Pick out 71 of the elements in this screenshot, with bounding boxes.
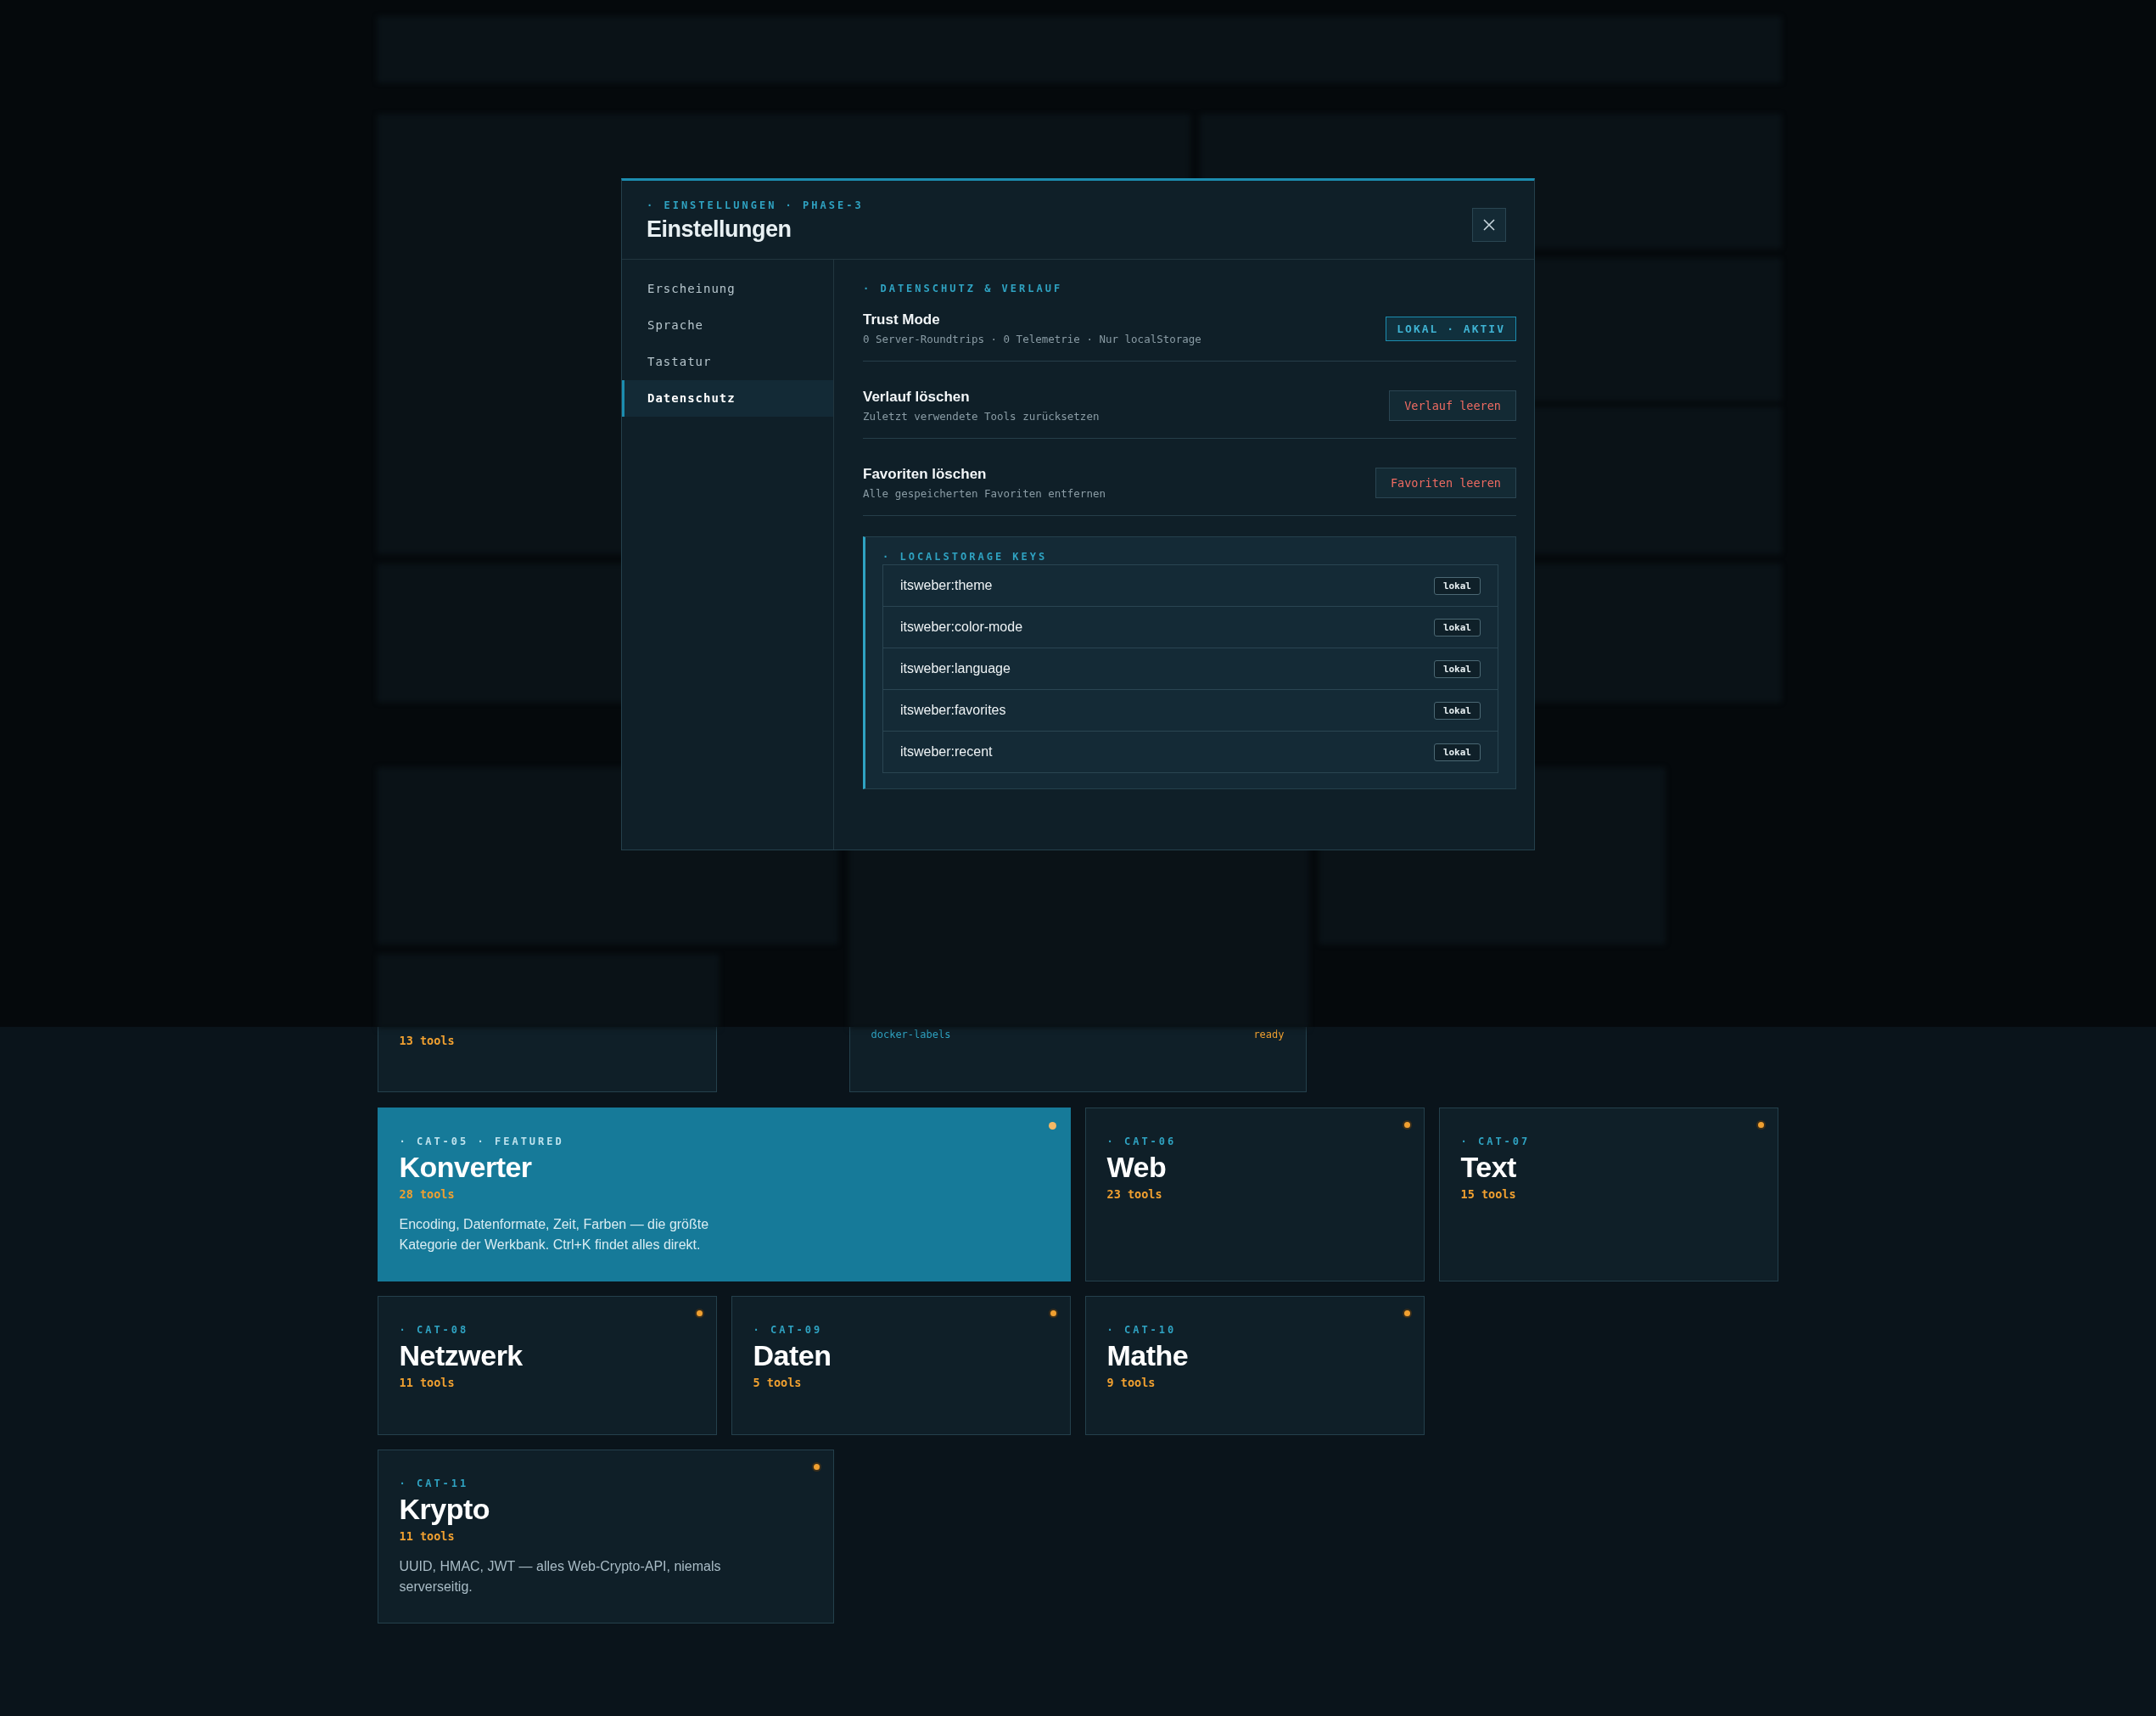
sidebar-item[interactable]: Datenschutz bbox=[622, 380, 833, 417]
scope-tag: lokal bbox=[1433, 576, 1481, 595]
category-description: UUID, HMAC, JWT — alles Web-Crypto-API, niemals serverseitig. bbox=[399, 1558, 722, 1595]
tool-count: 13 tools bbox=[399, 1034, 455, 1047]
category-label: · CAT-05 · FEATURED bbox=[399, 1136, 565, 1147]
tool-count: 11 tools bbox=[399, 1376, 456, 1389]
storage-key: itsweber:language bbox=[900, 661, 1011, 676]
section-label: · DATENSCHUTZ & VERLAUF bbox=[863, 283, 1064, 294]
status-dot bbox=[813, 1464, 820, 1470]
status-dot bbox=[1048, 1122, 1056, 1130]
tool-status: ready bbox=[1253, 1029, 1285, 1040]
status-dot bbox=[1403, 1310, 1410, 1316]
status-badge: LOKAL · AKTIV bbox=[1386, 316, 1516, 341]
setting-description: Zuletzt verwendete Tools zurücksetzen bbox=[863, 410, 1100, 423]
sidebar-item[interactable]: Tastatur bbox=[622, 344, 833, 380]
tool-count: 5 tools bbox=[753, 1376, 803, 1389]
tool-count: 23 tools bbox=[1106, 1187, 1163, 1201]
close-icon bbox=[1483, 219, 1495, 231]
category-card[interactable]: · CAT-09 Daten 5 tools bbox=[731, 1296, 1071, 1435]
category-label: · CAT-07 bbox=[1460, 1136, 1532, 1147]
setting-title: Verlauf löschen bbox=[863, 389, 971, 406]
storage-key: itsweber:color-mode bbox=[900, 620, 1023, 635]
category-card[interactable]: 13 tools bbox=[377, 1027, 717, 1092]
setting-description: Alle gespeicherten Favoriten entfernen bbox=[863, 487, 1106, 500]
category-card[interactable]: · CAT-11 Krypto 11 tools UUID, HMAC, JWT — alles Web-Crypto-API, niemals serverseitig. bbox=[377, 1450, 834, 1623]
setting-title: Favoriten löschen bbox=[863, 466, 988, 483]
status-dot bbox=[1757, 1122, 1764, 1128]
storage-key: itsweber:theme bbox=[900, 578, 993, 593]
dialog-title: Einstellungen bbox=[647, 216, 792, 243]
category-card[interactable]: · CAT-10 Mathe 9 tools bbox=[1084, 1296, 1425, 1435]
tool-count: 15 tools bbox=[1460, 1187, 1517, 1201]
category-title: Mathe bbox=[1106, 1339, 1190, 1372]
tool-count: 28 tools bbox=[399, 1187, 456, 1201]
category-label: · CAT-09 bbox=[753, 1324, 824, 1336]
category-label: · CAT-08 bbox=[399, 1324, 470, 1336]
status-dot bbox=[1050, 1310, 1056, 1316]
category-label: · CAT-11 bbox=[399, 1478, 470, 1489]
category-title: Krypto bbox=[399, 1493, 491, 1526]
category-card[interactable]: · CAT-08 Netzwerk 11 tools bbox=[377, 1296, 717, 1435]
category-title: Web bbox=[1106, 1151, 1168, 1184]
storage-label: · LOCALSTORAGE KEYS bbox=[882, 551, 1049, 563]
dialog-kicker: · EINSTELLUNGEN · PHASE-3 bbox=[647, 199, 864, 211]
category-label: · CAT-10 bbox=[1106, 1324, 1178, 1336]
clear-button[interactable]: Verlauf leeren bbox=[1389, 390, 1516, 421]
sidebar-item[interactable]: Erscheinung bbox=[622, 271, 833, 307]
tool-count: 9 tools bbox=[1106, 1376, 1156, 1389]
category-label: · CAT-06 bbox=[1106, 1136, 1178, 1147]
storage-key: itsweber:favorites bbox=[900, 703, 1006, 718]
category-title: Konverter bbox=[399, 1151, 533, 1184]
category-description: Encoding, Datenformate, Zeit, Farben — die größte Kategorie der Werkbank. Ctrl+K findet alles direkt. bbox=[399, 1216, 710, 1253]
tool-name: docker-labels bbox=[871, 1029, 951, 1040]
category-title: Netzwerk bbox=[399, 1339, 524, 1372]
sidebar-item[interactable]: Sprache bbox=[622, 307, 833, 344]
scope-tag: lokal bbox=[1433, 701, 1481, 720]
category-card[interactable]: docker-labels ready bbox=[848, 1027, 1307, 1092]
scope-tag: lokal bbox=[1433, 743, 1481, 761]
category-card[interactable]: · CAT-07 Text 15 tools bbox=[1438, 1108, 1778, 1281]
status-dot bbox=[1403, 1122, 1410, 1128]
storage-key: itsweber:recent bbox=[900, 744, 993, 760]
setting-description: 0 Server-Roundtrips · 0 Telemetrie · Nur localStorage bbox=[863, 333, 1201, 345]
setting-title: Trust Mode bbox=[863, 311, 941, 328]
category-title: Daten bbox=[753, 1339, 832, 1372]
scope-tag: lokal bbox=[1433, 618, 1481, 636]
close-button[interactable] bbox=[1472, 208, 1506, 242]
category-card[interactable]: · CAT-05 · FEATURED Konverter 28 tools Encoding, Datenformate, Zeit, Farben — die größte Kategorie der Werkbank. Ctrl+K findet alles direkt. bbox=[377, 1108, 1071, 1281]
category-title: Text bbox=[1460, 1151, 1517, 1184]
tool-count: 11 tools bbox=[399, 1529, 456, 1543]
status-dot bbox=[696, 1310, 703, 1316]
clear-button[interactable]: Favoriten leeren bbox=[1375, 468, 1516, 498]
category-card[interactable]: · CAT-06 Web 23 tools bbox=[1084, 1108, 1425, 1281]
scope-tag: lokal bbox=[1433, 659, 1481, 678]
